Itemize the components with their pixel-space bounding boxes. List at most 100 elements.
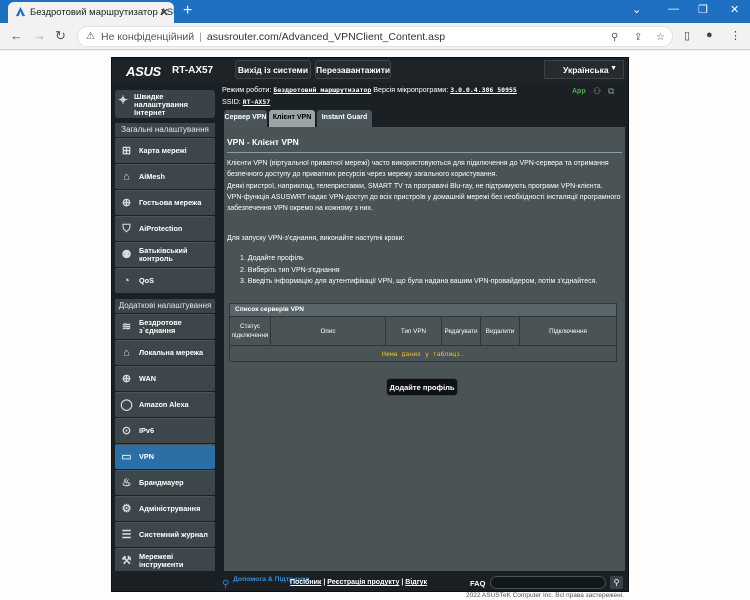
new-tab-icon[interactable]: + [183,2,192,20]
manual-link[interactable]: Посібник [290,579,321,586]
router-footer: ⚲ Допомога & Підтримка Посібник | Реєстр… [112,571,628,591]
map-icon: ⊞ [121,145,132,157]
firmware-link[interactable]: 3.0.0.4.386_50955 [450,86,517,94]
general-settings-header: Загальні налаштування [115,123,215,137]
copy-icon[interactable]: ⧉ [608,86,614,97]
sidebar-item-alexa[interactable]: ◯ Amazon Alexa [115,392,215,417]
search-icon[interactable]: ⚲ [611,32,618,43]
star-icon[interactable]: ☆ [656,32,665,43]
feedback-link[interactable]: Відгук [405,579,427,586]
steps-intro: Для запуску VPN-з'єднання, виконайте нас… [227,235,405,242]
sidebar-item-network-map[interactable]: ⊞ Карта мережі [115,138,215,163]
restore-icon[interactable]: ❐ [698,3,708,16]
close-icon[interactable]: ✕ [160,6,169,19]
sidepanel-icon[interactable]: ▯ [684,29,690,42]
admin-icon: ⚙ [121,503,132,515]
router-topbar: ASUS RT-AX57 Вихід із системи Перезавант… [112,58,628,83]
sidebar-item-firewall[interactable]: ♨ Брандмауер [115,470,215,495]
description: Клієнти VPN (віртуальної приватної мереж… [227,160,621,213]
status-info: Режим роботи: Бездротовий маршрутизатор … [222,85,517,106]
url-text: asusrouter.com/Advanced_VPNClient_Conten… [206,31,446,43]
wifi-icon: ≋ [121,321,132,333]
sidebar-item-ipv6[interactable]: ⊙ IPv6 [115,418,215,443]
logout-button[interactable]: Вихід із системи [235,60,311,79]
col-connection: Підключення [549,327,587,335]
vpn-server-table: Список серверів VPN Статус підключення О… [229,303,617,362]
address-bar-row: ← → ↻ ⚠ Не конфіденційний | asusrouter.com… [0,23,750,50]
sidebar-item-aiprotection[interactable]: ⛉ AiProtection [115,216,215,241]
steps-list: 1. Додайте профіль 2. Виберіть тип VPN-з… [240,255,598,285]
reload-icon[interactable]: ↻ [55,28,66,44]
content-panel: VPN - Клієнт VPN Клієнти VPN (віртуально… [224,127,625,575]
family-icon: ⚉ [121,249,132,261]
share-icon[interactable]: ⇪ [634,32,642,43]
sidebar-item-wireless[interactable]: ≋ Бездротове з`єднання [115,314,215,339]
sidebar-item-wan[interactable]: ⊕ WAN [115,366,215,391]
tab-vpn-client[interactable]: Клієнт VPN [269,110,315,127]
search-icon[interactable]: ⚲ [610,576,623,589]
minimize-icon[interactable]: — [668,3,679,15]
ipv6-icon: ⊙ [121,425,132,437]
product-registration-link[interactable]: Реєстрація продукту [327,579,399,586]
faq-label: FAQ [470,579,486,588]
globe-icon: ⊕ [121,373,132,385]
model-name: RT-AX57 [172,65,214,76]
tab-vpn-server[interactable]: Сервер VPN [224,110,267,127]
chevron-down-icon: ▼ [610,65,617,72]
tools-icon: ⚒ [121,555,132,567]
sidebar-item-system-log[interactable]: ☰ Системний журнал [115,522,215,547]
sidebar-item-administration[interactable]: ⚙ Адміністрування [115,496,215,521]
app-link[interactable]: App [572,88,586,95]
footer-links: Посібник | Реєстрація продукту | Відгук [290,579,428,586]
ssid-value: RT-AX57 [242,98,271,106]
shield-icon: ⛉ [122,223,131,235]
mesh-icon: ⌂ [123,171,130,183]
back-icon[interactable]: ← [10,28,23,43]
forward-icon[interactable]: → [33,28,46,43]
empty-table-message: Нема даних у таблиці. [230,345,616,361]
copyright: 2022 ASUSTeK Computer Inc. Всі права зас… [466,592,624,599]
add-profile-button[interactable]: Додайте профіль [386,378,458,396]
router-ui: ASUS RT-AX57 Вихід із системи Перезавант… [111,57,629,592]
sidebar-item-lan[interactable]: ⌂ Локальна мережа [115,340,215,365]
profile-icon[interactable]: ● [706,29,713,41]
gauge-icon: ◔ [123,275,130,287]
sidebar-item-qos[interactable]: ◔ QoS [115,268,215,293]
menu-icon[interactable]: ⋮ [730,29,741,42]
wand-icon: ✦ [118,93,129,107]
warning-icon[interactable]: ⚠ [86,31,95,42]
chevron-down-icon[interactable]: ⌄ [632,3,641,16]
lan-icon: ⌂ [123,347,130,359]
log-icon: ☰ [121,529,132,541]
asus-favicon-icon [15,6,26,17]
browser-tab-title: Бездротовий маршрутизатор ASUS [30,7,174,18]
faq-search-input[interactable] [490,576,606,589]
col-vpn-type: Тип VPN [386,317,442,345]
window-close-icon[interactable]: ✕ [730,3,739,16]
sidebar-item-network-tools[interactable]: ⚒ Мережеві інструменти [115,548,215,573]
sidebar-item-guest-network[interactable]: ⊕ Гостьова мережа [115,190,215,215]
web-page: ASUS RT-AX57 Вихід із системи Перезавант… [0,51,750,600]
tab-instant-guard[interactable]: Instant Guard [317,110,372,127]
table-title: Список серверів VPN [230,304,616,316]
advanced-settings-header: Додаткові налаштування [115,299,215,313]
page-title: VPN - Клієнт VPN [227,137,299,147]
language-select[interactable]: Українська ▼ [544,60,624,79]
col-delete: Видалити [481,317,520,345]
fire-icon: ♨ [121,477,132,489]
help-icon: ⚲ [222,579,230,590]
reboot-button[interactable]: Перезавантажити [315,60,391,79]
browser-tab-bar: Бездротовий маршрутизатор ASUS ✕ + ⌄ — ❐… [0,0,750,23]
divider [227,152,622,153]
sidebar-item-parental-control[interactable]: ⚉ Батьківський контроль [115,242,215,267]
asus-logo: ASUS [126,64,161,79]
vpn-icon: ▭ [121,451,132,463]
browser-tab[interactable]: Бездротовий маршрутизатор ASUS ✕ [8,2,174,23]
address-input[interactable]: ⚠ Не конфіденційний | asusrouter.com/Advan… [77,26,673,47]
sidebar-item-aimesh[interactable]: ⌂ AiMesh [115,164,215,189]
user-icon[interactable]: ⚇ [593,86,601,97]
quick-setup-button[interactable]: ✦ Швидке налаштування Інтернет [115,90,215,118]
operation-mode-link[interactable]: Бездротовий маршрутизатор [273,86,371,94]
alexa-icon: ◯ [120,399,133,411]
sidebar-item-vpn[interactable]: ▭ VPN [115,444,215,469]
